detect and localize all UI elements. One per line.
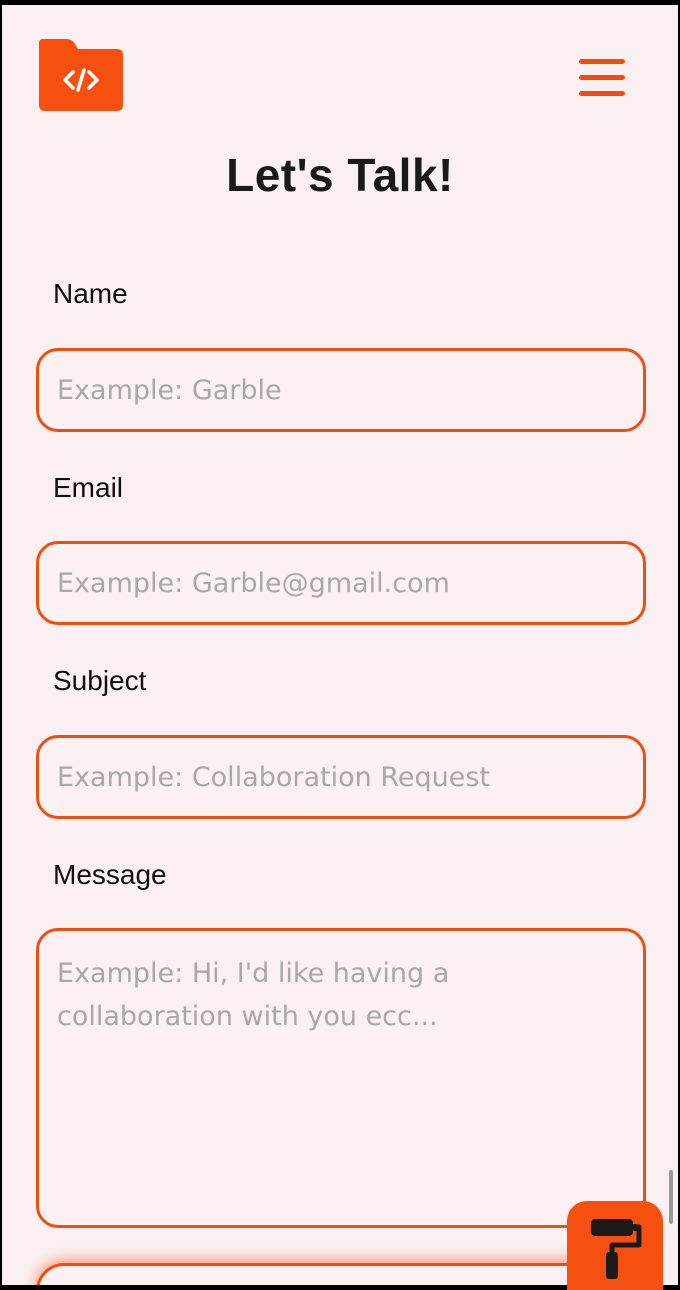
email-input[interactable] <box>36 541 646 625</box>
contact-screen: Let's Talk! Name Email Subject Message <box>2 5 678 1285</box>
name-input[interactable] <box>36 348 646 432</box>
message-label: Message <box>53 859 167 890</box>
name-label: Name <box>53 278 128 309</box>
logo[interactable] <box>39 39 123 111</box>
hamburger-menu-icon <box>579 59 625 96</box>
subject-input[interactable] <box>36 735 646 819</box>
page-title: Let's Talk! <box>226 149 454 201</box>
scrollbar[interactable] <box>669 1170 673 1224</box>
theme-toggle-button[interactable] <box>567 1201 663 1290</box>
message-textarea[interactable] <box>36 928 646 1228</box>
menu-button[interactable] <box>577 57 627 99</box>
folder-code-icon <box>39 39 123 111</box>
subject-label: Subject <box>53 665 147 696</box>
submit-button[interactable] <box>36 1263 646 1285</box>
email-label: Email <box>53 472 124 503</box>
paint-roller-icon <box>591 1219 642 1279</box>
